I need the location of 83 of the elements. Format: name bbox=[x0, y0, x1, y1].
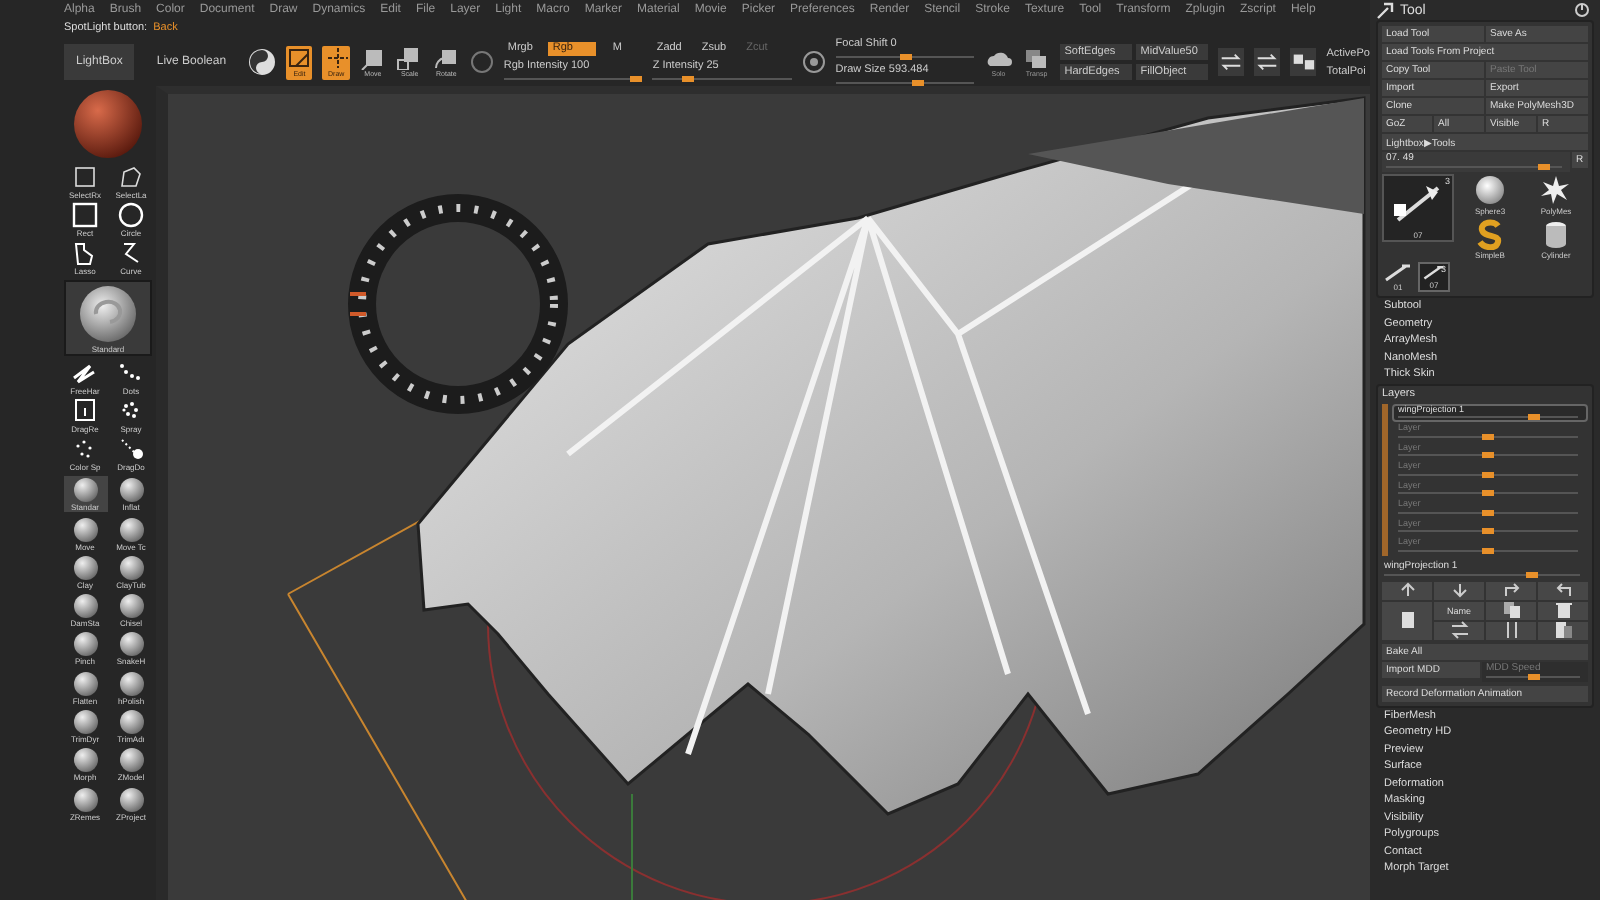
layer-tool-button[interactable] bbox=[1382, 601, 1432, 639]
cube-scale-icon bbox=[396, 46, 423, 70]
stacked-squares-icon bbox=[1022, 46, 1051, 70]
circle-icon bbox=[469, 50, 494, 74]
brush-sphere-icon bbox=[119, 517, 143, 542]
brush-sphere-icon bbox=[119, 632, 143, 657]
slider-thumb[interactable] bbox=[1482, 490, 1494, 496]
down-arrow-icon bbox=[1449, 580, 1469, 600]
layer-tool-button[interactable] bbox=[1382, 581, 1432, 599]
layer-tool-button[interactable] bbox=[1538, 581, 1588, 599]
trash-icon bbox=[1553, 600, 1573, 620]
slider-thumb[interactable] bbox=[1538, 164, 1551, 170]
brush-sphere-icon bbox=[73, 478, 97, 503]
slider-thumb[interactable] bbox=[1525, 571, 1537, 577]
swap-arrows-icon bbox=[1254, 48, 1281, 76]
bent-arrow-icon bbox=[1553, 580, 1573, 600]
slider-thumb[interactable] bbox=[912, 80, 925, 86]
cube-rotate-icon bbox=[433, 46, 460, 70]
lasso-outline-icon bbox=[116, 164, 146, 190]
icon-button[interactable] bbox=[1254, 48, 1281, 76]
brush-sphere-icon bbox=[119, 478, 143, 503]
brush-sphere-icon bbox=[119, 710, 143, 735]
slider-thumb[interactable] bbox=[1482, 528, 1494, 534]
slider-thumb[interactable] bbox=[899, 54, 912, 60]
bone-model-icon bbox=[1420, 264, 1448, 280]
slider-thumb[interactable] bbox=[1482, 547, 1494, 553]
s-curve-icon bbox=[1474, 218, 1506, 250]
brush-sphere-icon bbox=[73, 555, 97, 580]
bent-arrow-icon bbox=[1501, 580, 1521, 600]
brush-sphere-icon bbox=[73, 787, 97, 812]
circle-icon bbox=[116, 202, 146, 228]
dashed-rectangle-icon bbox=[70, 164, 100, 190]
dots-icon bbox=[116, 360, 146, 386]
brush-sphere-icon bbox=[73, 594, 97, 619]
sort-lines-icon bbox=[1501, 620, 1521, 640]
up-arrow-icon bbox=[1397, 580, 1417, 600]
power-icon bbox=[1574, 2, 1590, 18]
layer-tool-button[interactable] bbox=[1486, 601, 1536, 619]
layer-tool-button[interactable] bbox=[1538, 621, 1588, 639]
brush-sphere-icon bbox=[73, 710, 97, 735]
brush-sphere-icon bbox=[73, 632, 97, 657]
slider-thumb[interactable] bbox=[1482, 433, 1494, 439]
layer-tool-button[interactable] bbox=[1486, 621, 1536, 639]
page-icon bbox=[1397, 610, 1417, 630]
brush-sphere-icon bbox=[73, 748, 97, 773]
scribble-icon bbox=[70, 360, 100, 386]
sphere-icon bbox=[1474, 174, 1506, 206]
layer-scrollbar[interactable] bbox=[1382, 403, 1388, 555]
icon-button[interactable] bbox=[1218, 48, 1245, 76]
brush-sphere-icon bbox=[73, 671, 97, 696]
brush-sphere-icon bbox=[119, 594, 143, 619]
crosshair-icon bbox=[323, 46, 350, 70]
star-icon bbox=[1540, 174, 1572, 206]
swap-arrows-icon bbox=[1449, 620, 1469, 640]
layer-tool-button[interactable] bbox=[1486, 581, 1536, 599]
pencil-square-icon bbox=[286, 46, 313, 70]
bone-model-icon bbox=[1384, 262, 1412, 282]
icon-button[interactable] bbox=[1290, 48, 1317, 76]
split-page-icon bbox=[1553, 620, 1573, 640]
slider-thumb[interactable] bbox=[1482, 471, 1494, 477]
material-sphere bbox=[72, 88, 144, 160]
slider-thumb[interactable] bbox=[1482, 509, 1494, 515]
layer-tool-button[interactable] bbox=[1538, 601, 1588, 619]
brush-sphere-icon bbox=[74, 283, 142, 343]
flip-arrows-icon bbox=[1218, 48, 1245, 76]
brush-sphere-icon bbox=[119, 671, 143, 696]
cylinder-icon bbox=[1540, 218, 1572, 250]
rectangle-icon bbox=[70, 202, 100, 228]
layer-tool-button[interactable] bbox=[1434, 621, 1484, 639]
slider-thumb[interactable] bbox=[1482, 452, 1494, 458]
slider-thumb[interactable] bbox=[629, 76, 642, 82]
drag-rectangle-icon bbox=[70, 398, 100, 424]
brush-sphere-icon bbox=[119, 555, 143, 580]
copy-icon bbox=[1501, 600, 1521, 620]
slider-thumb[interactable] bbox=[1527, 414, 1539, 420]
layer-tool-button[interactable] bbox=[1434, 581, 1484, 599]
drag-dot-icon bbox=[116, 436, 146, 462]
slider-thumb[interactable] bbox=[681, 76, 694, 82]
brush-sphere-icon bbox=[119, 748, 143, 773]
target-circle-icon bbox=[801, 50, 826, 74]
sphere-toggle-icon bbox=[248, 48, 277, 76]
brush-sphere-icon bbox=[73, 517, 97, 542]
brush-sphere-icon bbox=[119, 787, 143, 812]
